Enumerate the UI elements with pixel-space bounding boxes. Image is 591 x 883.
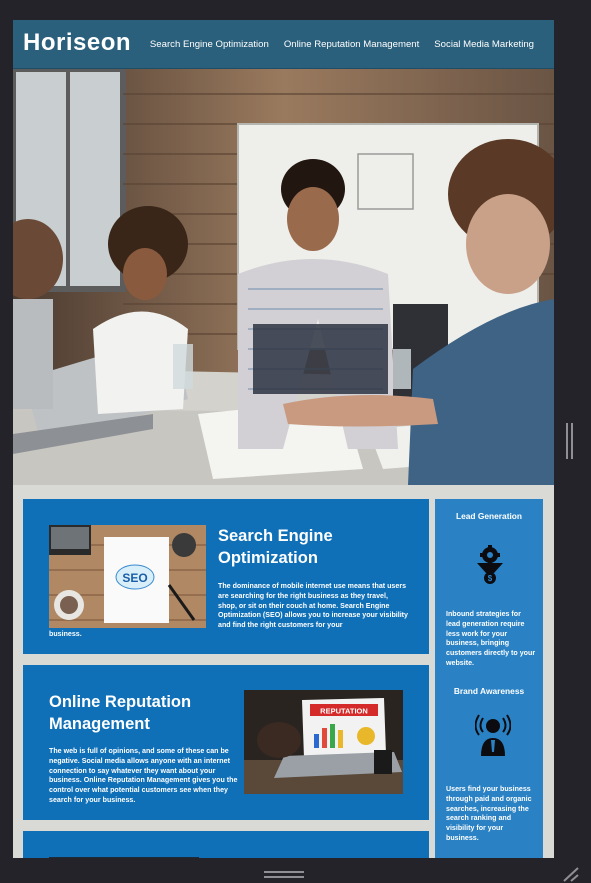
site-logo[interactable]: Horiseon (23, 29, 131, 57)
seo-body-tail: business. (49, 630, 82, 638)
resize-handle-icon[interactable] (560, 866, 580, 882)
site-header: Horiseon Search Engine Optimization Onli… (13, 20, 554, 69)
page-viewport: Horiseon Search Engine Optimization Onli… (13, 20, 554, 858)
main-nav: Search Engine Optimization Online Reputa… (150, 39, 534, 50)
seo-image: SEO (49, 525, 206, 628)
benefit-title: Brand Awareness (453, 686, 525, 696)
orm-image-label: REPUTATION (320, 707, 368, 716)
smm-image (49, 857, 199, 858)
hero-image (13, 69, 554, 485)
vertical-scroll-handle[interactable] (566, 423, 573, 459)
benefit-title: Lead Generation (455, 511, 523, 521)
nav-link-orm[interactable]: Online Reputation Management (284, 39, 419, 50)
orm-image: REPUTATION (244, 690, 403, 794)
seo-section: SEO Search Engine Optimization The domin… (23, 499, 429, 654)
broadcast-person-icon (474, 712, 512, 756)
seo-image-label: SEO (122, 571, 147, 585)
benefit-brand-awareness: Brand Awareness Users find your business… (435, 686, 543, 842)
orm-title: Online Reputation Management (49, 693, 192, 733)
seo-title: Search Engine Optimization (218, 527, 333, 567)
orm-body: The web is full of opinions, and some of… (49, 747, 238, 804)
nav-link-smm[interactable]: Social Media Marketing (434, 39, 534, 50)
social-media-section (23, 831, 429, 858)
benefits-sidebar: Lead Generation $ Inbound strategies for… (435, 499, 543, 858)
funnel-gear-icon: $ (475, 545, 505, 585)
orm-section: Online Reputation Management The web is … (23, 665, 429, 820)
svg-text:$: $ (488, 574, 493, 583)
nav-link-seo[interactable]: Search Engine Optimization (150, 39, 269, 50)
benefit-body: Inbound strategies for lead generation r… (446, 610, 536, 667)
horizontal-scroll-handle[interactable] (264, 871, 304, 879)
benefit-lead-generation: Lead Generation $ Inbound strategies for… (435, 511, 543, 667)
benefit-body: Users find your business through paid an… (446, 785, 532, 842)
seo-body: The dominance of mobile internet use mea… (218, 582, 408, 630)
